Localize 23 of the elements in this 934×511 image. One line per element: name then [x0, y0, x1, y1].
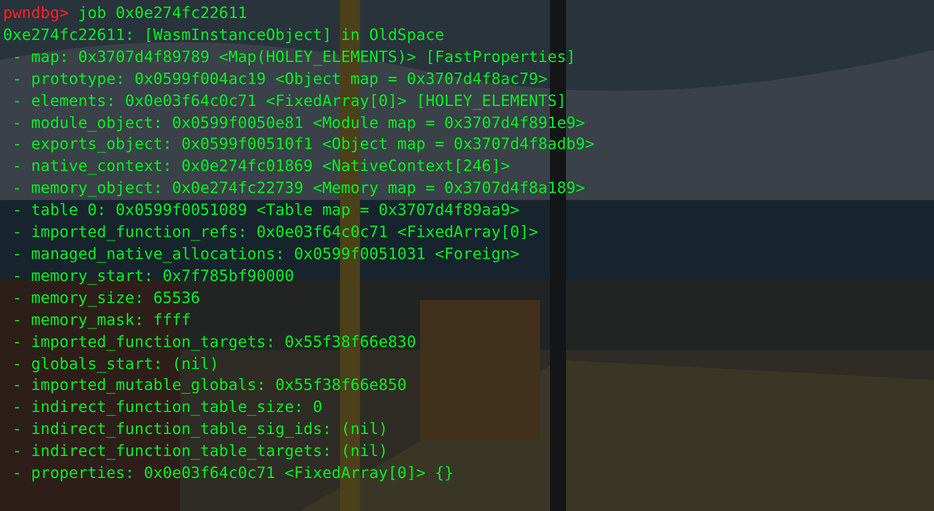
output-line: - prototype: 0x0599f004ac19 <Object map = 0x3707d4f8ac79> [11, 68, 548, 90]
output-line: - memory_size: 65536 [11, 288, 200, 309]
output-line: - memory_mask: ffff [11, 310, 191, 331]
output-line: - managed_native_allocations: 0x0599f0051031 <Foreign> [11, 244, 520, 265]
output-line: - globals_start: (nil) [11, 354, 219, 375]
output-line: - elements: 0x0e03f64c0c71 <FixedArray[0]> [HOLEY_ELEMENTS] [11, 90, 566, 112]
output-line: - map: 0x3707d4f89789 <Map(HOLEY_ELEMENTS)> [FastProperties] [11, 46, 576, 68]
output-line: - indirect_function_table_size: 0 [11, 397, 322, 418]
output-line: - table 0: 0x0599f0051089 <Table map = 0x3707d4f89aa9> [11, 200, 520, 222]
output-line: - indirect_function_table_targets: (nil) [11, 441, 388, 462]
output-line: - module_object: 0x0599f0050e81 <Module map = 0x3707d4f891e9> [11, 112, 586, 134]
output-line: - properties: 0x0e03f64c0c71 <FixedArray[0]> {} [11, 463, 454, 484]
output-line: - imported_function_refs: 0x0e03f64c0c71 <FixedArray[0]> [11, 222, 538, 244]
output-line: - exports_object: 0x0599f00510f1 <Object map = 0x3707d4f8adb9> [11, 134, 594, 156]
output-line: - indirect_function_table_sig_ids: (nil) [11, 419, 388, 440]
output-line: 0xe274fc22611: [WasmInstanceObject] in OldSpace [3, 24, 444, 46]
output-line: - memory_start: 0x7f785bf90000 [11, 266, 294, 287]
output-line: - native_context: 0x0e274fc01869 <NativeContext[246]> [11, 156, 510, 178]
shell-prompt: pwndbg> [3, 3, 69, 24]
output-line: - imported_function_targets: 0x55f38f66e830 [11, 332, 416, 353]
output-line: - memory_object: 0x0e274fc22739 <Memory map = 0x3707d4f8a189> [11, 178, 586, 200]
output-line: - imported_mutable_globals: 0x55f38f66e850 [11, 375, 407, 396]
command-text: job 0x0e274fc22611 [78, 3, 248, 24]
